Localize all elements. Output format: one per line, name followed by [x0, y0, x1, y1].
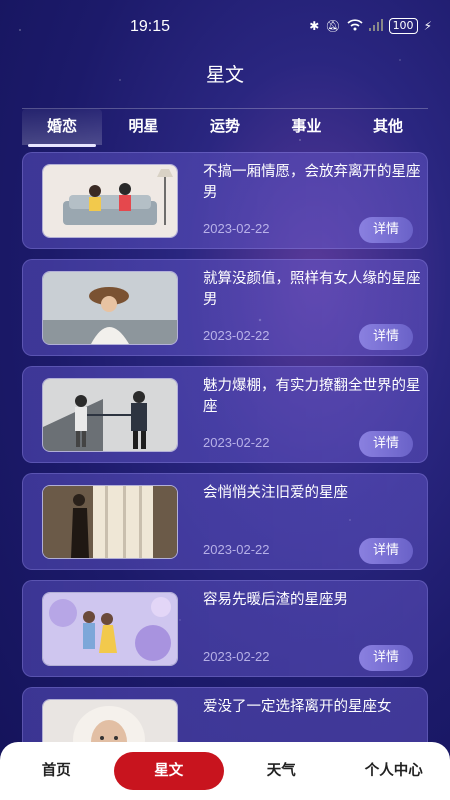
article-list: 不搞一厢情愿，会放弃离开的星座男 2023-02-22 详情 就算没颜值，照样有… [22, 152, 428, 794]
battery-icon: 100 [388, 18, 418, 34]
article-title: 爱没了一定选择离开的星座女 [203, 699, 392, 715]
article-title: 不搞一厢情愿，会放弃离开的星座男 [203, 164, 421, 201]
article-card[interactable]: 容易先暖后渣的星座男 2023-02-22 详情 [22, 580, 428, 677]
article-card[interactable]: 魅力爆棚，有实力撩翻全世界的星座 2023-02-22 详情 [22, 366, 428, 463]
article-date: 2023-02-22 [203, 649, 270, 664]
page-title: 星文 [205, 64, 244, 86]
article-thumbnail [42, 164, 178, 238]
article-thumbnail [42, 485, 178, 559]
detail-button[interactable]: 详情 [359, 217, 413, 243]
article-date: 2023-02-22 [203, 542, 270, 557]
article-thumbnail [42, 378, 178, 452]
detail-button[interactable]: 详情 [359, 324, 413, 350]
signal-icon [368, 18, 383, 34]
wifi-icon [347, 18, 363, 34]
bottom-navigation: 首页 星文 天气 个人中心 [0, 742, 450, 800]
article-date: 2023-02-22 [203, 328, 270, 343]
tab-fortune[interactable]: 运势 [185, 109, 265, 145]
nav-home[interactable]: 首页 [1, 752, 111, 790]
article-card[interactable]: 会悄悄关注旧爱的星座 2023-02-22 详情 [22, 473, 428, 570]
article-title: 魅力爆棚，有实力撩翻全世界的星座 [203, 378, 421, 415]
status-bar: 19:15 ✱ 🔕︎ 100 ⚡︎ [0, 0, 450, 52]
detail-button[interactable]: 详情 [359, 431, 413, 457]
bluetooth-icon: ✱ [309, 19, 320, 33]
article-title: 容易先暖后渣的星座男 [203, 592, 348, 608]
nav-weather[interactable]: 天气 [226, 752, 336, 790]
article-thumbnail [42, 271, 178, 345]
article-title: 会悄悄关注旧爱的星座 [203, 485, 348, 501]
tab-marriage[interactable]: 婚恋 [22, 109, 102, 147]
article-card[interactable]: 不搞一厢情愿，会放弃离开的星座男 2023-02-22 详情 [22, 152, 428, 249]
tab-career[interactable]: 事业 [267, 109, 347, 145]
nav-profile[interactable]: 个人中心 [339, 752, 449, 790]
tab-celebrity[interactable]: 明星 [104, 109, 184, 145]
status-icons: ✱ 🔕︎ 100 ⚡︎ [309, 18, 432, 34]
charging-icon: ⚡︎ [423, 19, 432, 33]
detail-button[interactable]: 详情 [359, 645, 413, 671]
article-card[interactable]: 就算没颜值，照样有女人缘的星座男 2023-02-22 详情 [22, 259, 428, 356]
article-date: 2023-02-22 [203, 435, 270, 450]
category-tabs: 婚恋 明星 运势 事业 其他 [22, 108, 428, 147]
mute-icon: 🔕︎ [325, 19, 341, 33]
detail-button[interactable]: 详情 [359, 538, 413, 564]
nav-articles[interactable]: 星文 [113, 752, 224, 790]
article-thumbnail [42, 592, 178, 666]
article-title: 就算没颜值，照样有女人缘的星座男 [203, 271, 421, 308]
clock: 19:15 [130, 18, 171, 35]
tab-other[interactable]: 其他 [348, 109, 428, 145]
article-date: 2023-02-22 [203, 221, 270, 236]
